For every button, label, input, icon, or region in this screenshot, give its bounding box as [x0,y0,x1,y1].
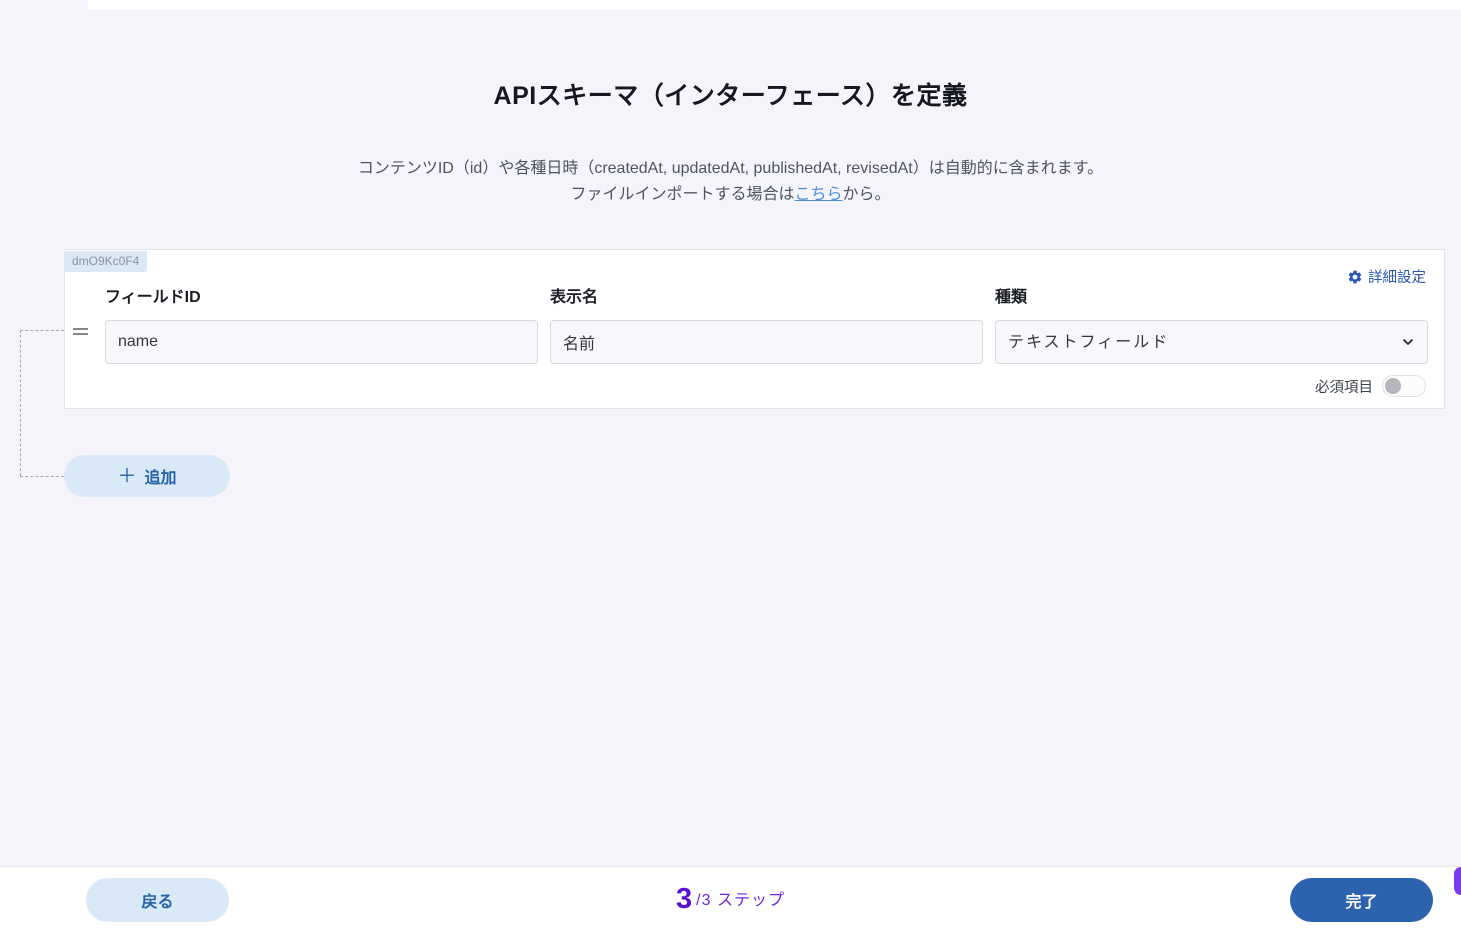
drag-handle-bar [73,327,88,330]
kind-column: 種類 テキストフィールド [995,283,1428,364]
subtitle-line-2-suffix: から。 [842,186,891,203]
add-field-button-label: 追加 [144,470,177,487]
field-row-card: dmO9Kc0F4 詳細設定 フィールドID 表示名 種類 テキストフィールド [64,249,1445,409]
field-id-column: フィールドID [105,283,538,364]
api-schema-definition-page: APIスキーマ（インターフェース）を定義 コンテンツID（id）や各種日時（cr… [0,0,1461,929]
display-name-column: 表示名 [550,283,983,364]
kind-select-wrap: テキストフィールド [995,320,1428,364]
connector-line [20,476,64,477]
add-field-button[interactable]: ＋ 追加 [64,455,230,497]
step-current: 3 [676,883,693,915]
subtitle-line-2: ファイルインポートする場合はこちらから。 [0,182,1461,208]
connector-line [20,330,64,331]
kind-select[interactable]: テキストフィールド [995,320,1428,364]
connector-line [20,330,21,476]
top-strip [88,0,1461,10]
required-toggle[interactable] [1382,375,1426,397]
field-id-badge: dmO9Kc0F4 [64,251,148,272]
page-subtitle: コンテンツID（id）や各種日時（createdAt, updatedAt, p… [0,156,1461,208]
drag-handle-bar [73,332,88,335]
kind-label: 種類 [995,289,1028,306]
chat-widget-partial[interactable] [1454,867,1461,895]
step-indicator: 3/3 ステップ [0,883,1461,916]
required-toggle-knob [1385,378,1401,394]
field-id-label: フィールドID [105,289,201,306]
subtitle-line-2-prefix: ファイルインポートする場合は [570,186,795,203]
display-name-input[interactable] [550,320,983,364]
display-name-label: 表示名 [550,289,599,306]
plus-icon: ＋ [117,465,137,487]
required-label: 必須項目 [1315,379,1373,396]
step-total: /3 ステップ [696,892,785,909]
required-row: 必須項目 [1315,375,1426,397]
subtitle-line-1: コンテンツID（id）や各種日時（createdAt, updatedAt, p… [357,160,1104,177]
page-title: APIスキーマ（インターフェース）を定義 [493,82,968,110]
done-button[interactable]: 完了 [1290,878,1433,922]
footer-bar: 戻る 3/3 ステップ 完了 [0,866,1461,929]
field-id-input[interactable] [105,320,538,364]
drag-handle[interactable] [73,324,89,338]
import-here-link[interactable]: こちら [794,186,842,203]
